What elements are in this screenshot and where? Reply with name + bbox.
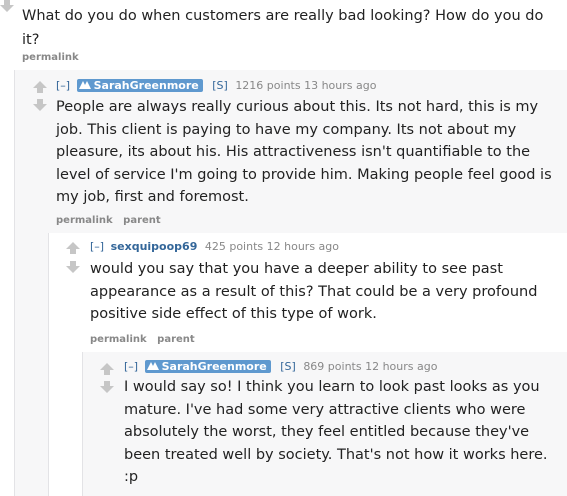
author-name[interactable]: sexquipoop69 xyxy=(111,240,198,253)
timestamp: 12 hours ago xyxy=(365,360,438,373)
downvote-arrow-icon[interactable] xyxy=(66,261,80,273)
author-name: SarahGreenmore xyxy=(93,79,199,92)
submitter-flag: [S] xyxy=(280,360,296,373)
submitter-flag: [S] xyxy=(212,79,228,92)
permalink-link[interactable]: permalink xyxy=(22,52,79,63)
comment-author[interactable]: SarahGreenmore xyxy=(76,79,203,92)
submitter-icon xyxy=(78,79,91,92)
downvote-arrow-icon[interactable] xyxy=(100,381,114,393)
collapse-toggle[interactable]: [–] xyxy=(56,79,70,92)
upvote-arrow-icon[interactable] xyxy=(66,242,80,254)
comment-tagline: [–] SarahGreenmore [S] 1216 points 13 ho… xyxy=(56,79,376,92)
score: 869 points xyxy=(303,360,362,373)
parent-link[interactable]: parent xyxy=(157,334,195,345)
question-text: What do you do when customers are really… xyxy=(22,8,544,48)
comment-tagline: [–] SarahGreenmore [S] 869 points 12 hou… xyxy=(124,360,437,373)
score: 1216 points xyxy=(235,79,301,92)
downvote-arrow-icon[interactable] xyxy=(33,99,47,111)
author-name: SarahGreenmore xyxy=(161,360,267,373)
collapse-toggle[interactable]: [–] xyxy=(124,360,138,373)
comment-body: People are always really curious about t… xyxy=(56,99,552,205)
collapse-toggle[interactable]: [–] xyxy=(90,240,104,253)
comment-author[interactable]: SarahGreenmore xyxy=(144,360,271,373)
timestamp: 12 hours ago xyxy=(266,240,339,253)
upvote-arrow-icon[interactable] xyxy=(100,363,114,375)
downvote-arrow-icon[interactable] xyxy=(0,0,14,12)
question-links: permalink xyxy=(22,52,86,63)
timestamp: 13 hours ago xyxy=(304,79,377,92)
comment-body: would you say that you have a deeper abi… xyxy=(90,261,538,322)
comment-links: permalink parent xyxy=(90,334,202,345)
upvote-arrow-icon[interactable] xyxy=(33,81,47,93)
comment-links: permalink parent xyxy=(56,215,168,226)
submitter-icon xyxy=(146,360,159,373)
comment-tagline: [–] sexquipoop69 425 points 12 hours ago xyxy=(90,240,339,253)
parent-link[interactable]: parent xyxy=(123,215,161,226)
permalink-link[interactable]: permalink xyxy=(90,334,147,345)
score: 425 points xyxy=(204,240,264,253)
comment-body: I would say so! I think you learn to loo… xyxy=(124,379,548,485)
permalink-link[interactable]: permalink xyxy=(56,215,113,226)
